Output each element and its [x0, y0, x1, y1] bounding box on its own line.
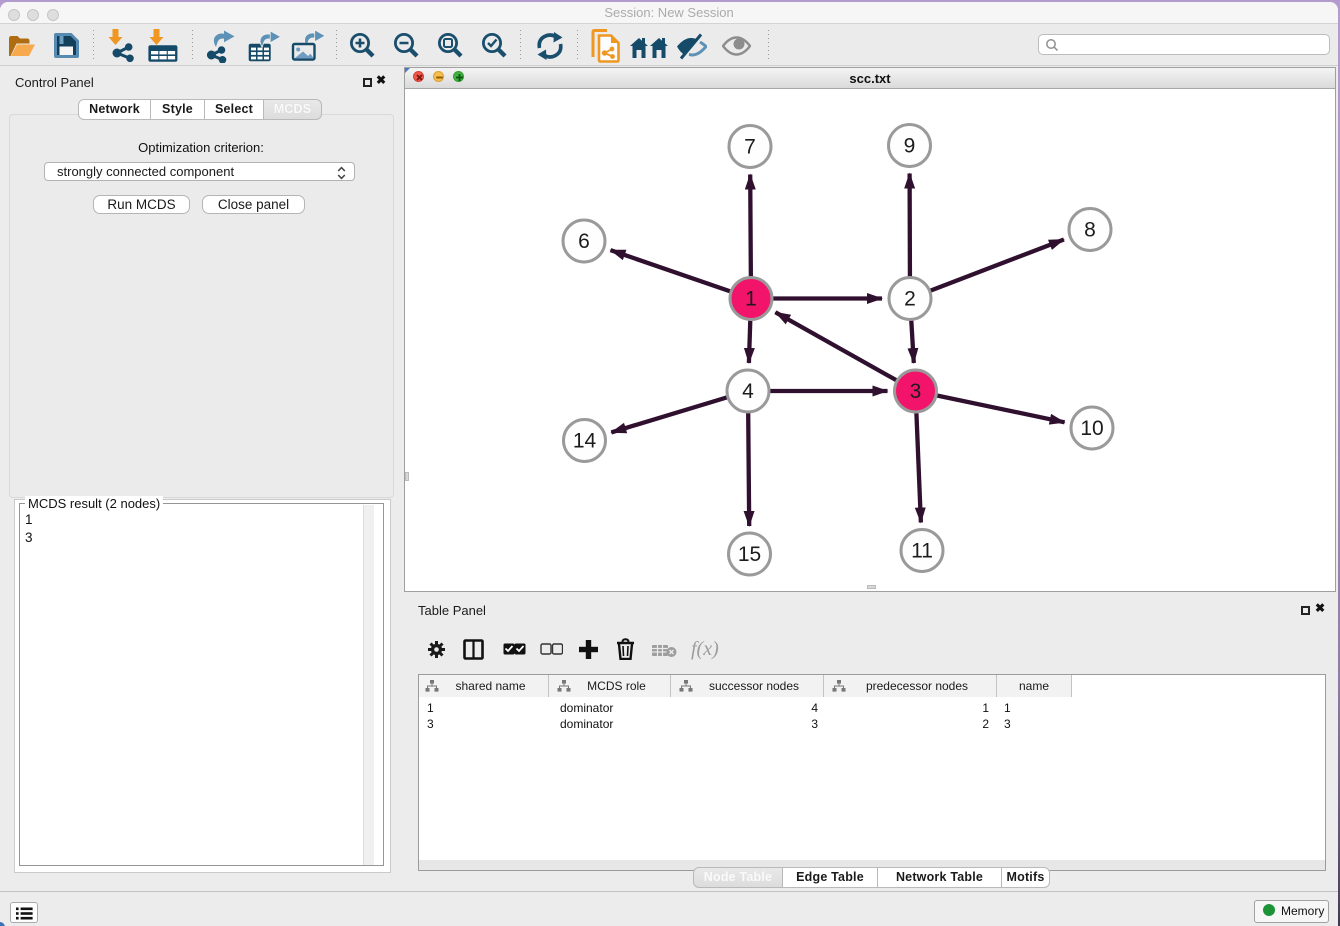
svg-text:2: 2: [904, 287, 916, 310]
svg-text:9: 9: [904, 134, 916, 157]
svg-text:7: 7: [744, 135, 756, 158]
svg-text:11: 11: [911, 539, 933, 562]
svg-text:6: 6: [578, 230, 590, 253]
svg-text:8: 8: [1084, 218, 1096, 241]
svg-text:1: 1: [745, 287, 757, 310]
svg-text:10: 10: [1080, 417, 1103, 440]
svg-text:15: 15: [738, 543, 761, 566]
svg-text:3: 3: [910, 380, 922, 403]
svg-text:14: 14: [573, 429, 597, 452]
svg-text:4: 4: [742, 380, 754, 403]
